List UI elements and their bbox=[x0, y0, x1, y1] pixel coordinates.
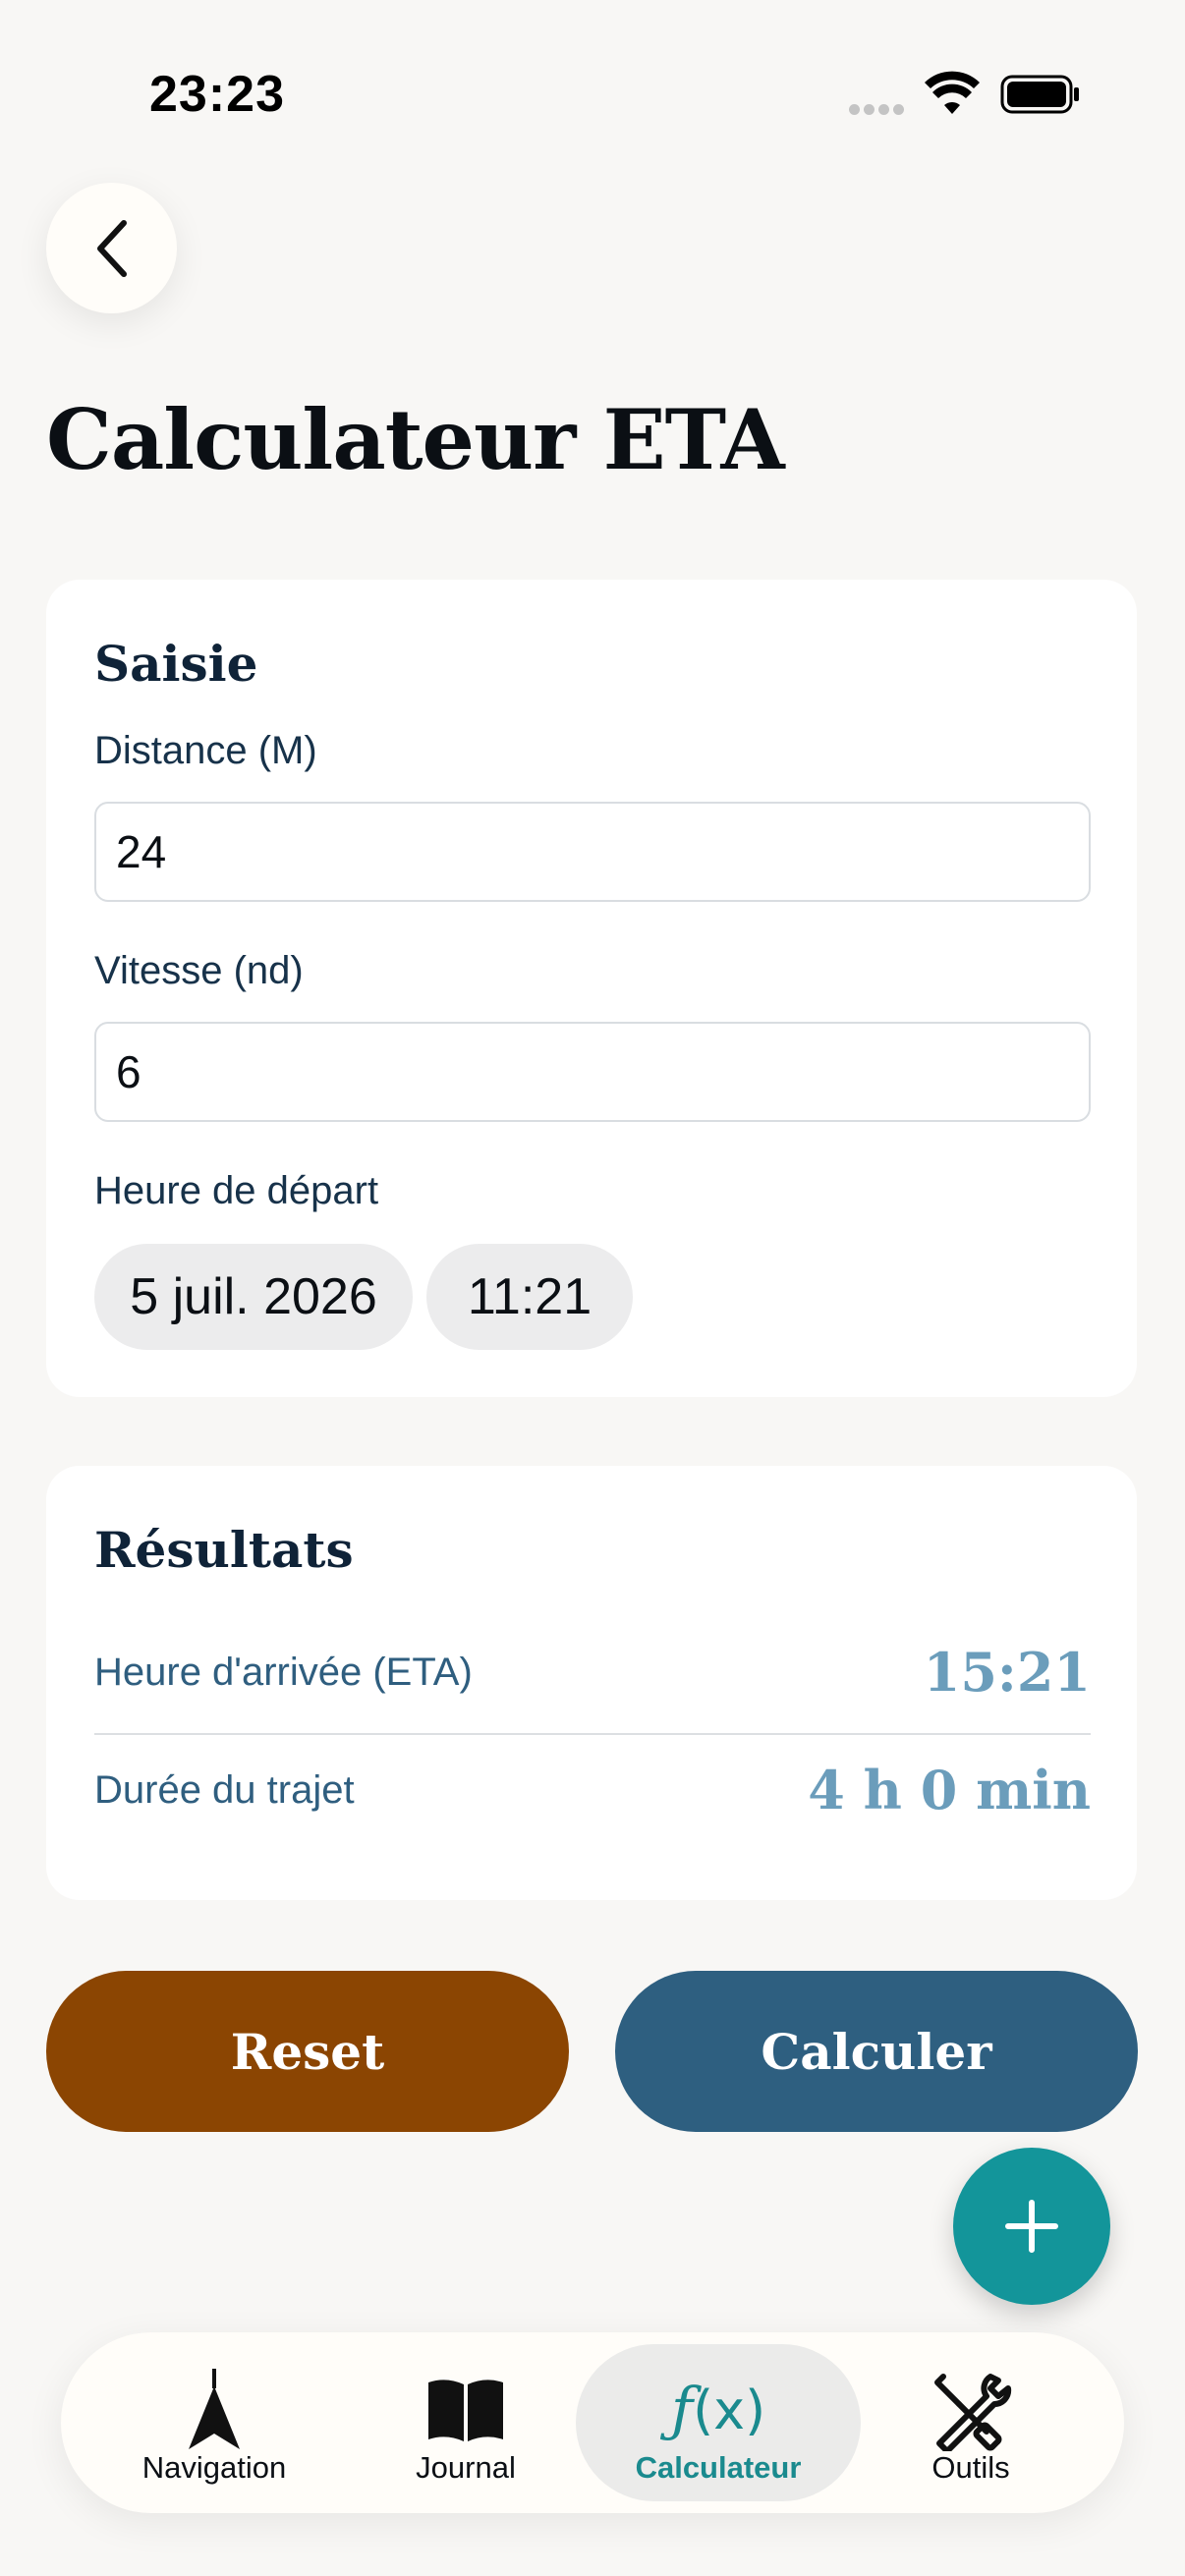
speed-label: Vitesse (nd) bbox=[94, 949, 304, 992]
tab-label: Outils bbox=[931, 2450, 1010, 2485]
cellular-signal-icon bbox=[849, 102, 908, 115]
results-divider bbox=[94, 1733, 1091, 1735]
duration-value: 4 h 0 min bbox=[808, 1759, 1091, 1821]
reset-button[interactable]: Reset bbox=[46, 1971, 569, 2132]
tab-label: Journal bbox=[416, 2450, 516, 2485]
function-icon: ƒ (x) bbox=[670, 2376, 766, 2444]
status-time: 23:23 bbox=[149, 66, 285, 123]
eta-label: Heure d'arrivée (ETA) bbox=[94, 1651, 473, 1694]
back-button[interactable] bbox=[46, 183, 177, 313]
departure-date-picker[interactable]: 5 juil. 2026 bbox=[94, 1244, 413, 1350]
battery-icon bbox=[1000, 75, 1079, 114]
book-icon bbox=[428, 2380, 503, 2441]
tab-label: Calculateur bbox=[635, 2450, 802, 2485]
eta-row: Heure d'arrivée (ETA) 15:21 bbox=[94, 1633, 1091, 1741]
speed-input[interactable]: 6 bbox=[94, 1022, 1091, 1122]
duration-label: Durée du trajet bbox=[94, 1768, 355, 1812]
calculate-button[interactable]: Calculer bbox=[615, 1971, 1138, 2132]
tools-icon bbox=[934, 2374, 1012, 2451]
tab-calculateur[interactable]: ƒ (x) Calculateur bbox=[576, 2344, 861, 2501]
status-bar: 23:23 bbox=[0, 0, 1185, 187]
input-card: Saisie Distance (M) 24 Vitesse (nd) 6 He… bbox=[46, 580, 1137, 1397]
page-title: Calculateur ETA bbox=[46, 391, 785, 488]
navigation-arrow-icon bbox=[189, 2369, 240, 2449]
input-card-title: Saisie bbox=[94, 635, 258, 693]
tab-bar: Navigation Journal ƒ (x) Calculateur Out… bbox=[61, 2332, 1124, 2513]
duration-row: Durée du trajet 4 h 0 min bbox=[94, 1751, 1091, 1859]
add-fab-button[interactable] bbox=[953, 2148, 1110, 2305]
tab-label: Navigation bbox=[141, 2450, 287, 2485]
tab-outils[interactable]: Outils bbox=[843, 2344, 1099, 2501]
wifi-icon bbox=[925, 71, 980, 114]
eta-value: 15:21 bbox=[923, 1641, 1091, 1704]
tab-journal[interactable]: Journal bbox=[338, 2344, 593, 2501]
tab-navigation[interactable]: Navigation bbox=[86, 2344, 342, 2501]
distance-label: Distance (M) bbox=[94, 729, 317, 772]
plus-icon bbox=[1005, 2200, 1058, 2253]
departure-time-picker[interactable]: 11:21 bbox=[426, 1244, 633, 1350]
distance-input[interactable]: 24 bbox=[94, 802, 1091, 902]
chevron-left-icon bbox=[96, 219, 127, 277]
results-card: Résultats Heure d'arrivée (ETA) 15:21 Du… bbox=[46, 1466, 1137, 1900]
results-card-title: Résultats bbox=[94, 1521, 354, 1579]
departure-label: Heure de départ bbox=[94, 1169, 379, 1212]
